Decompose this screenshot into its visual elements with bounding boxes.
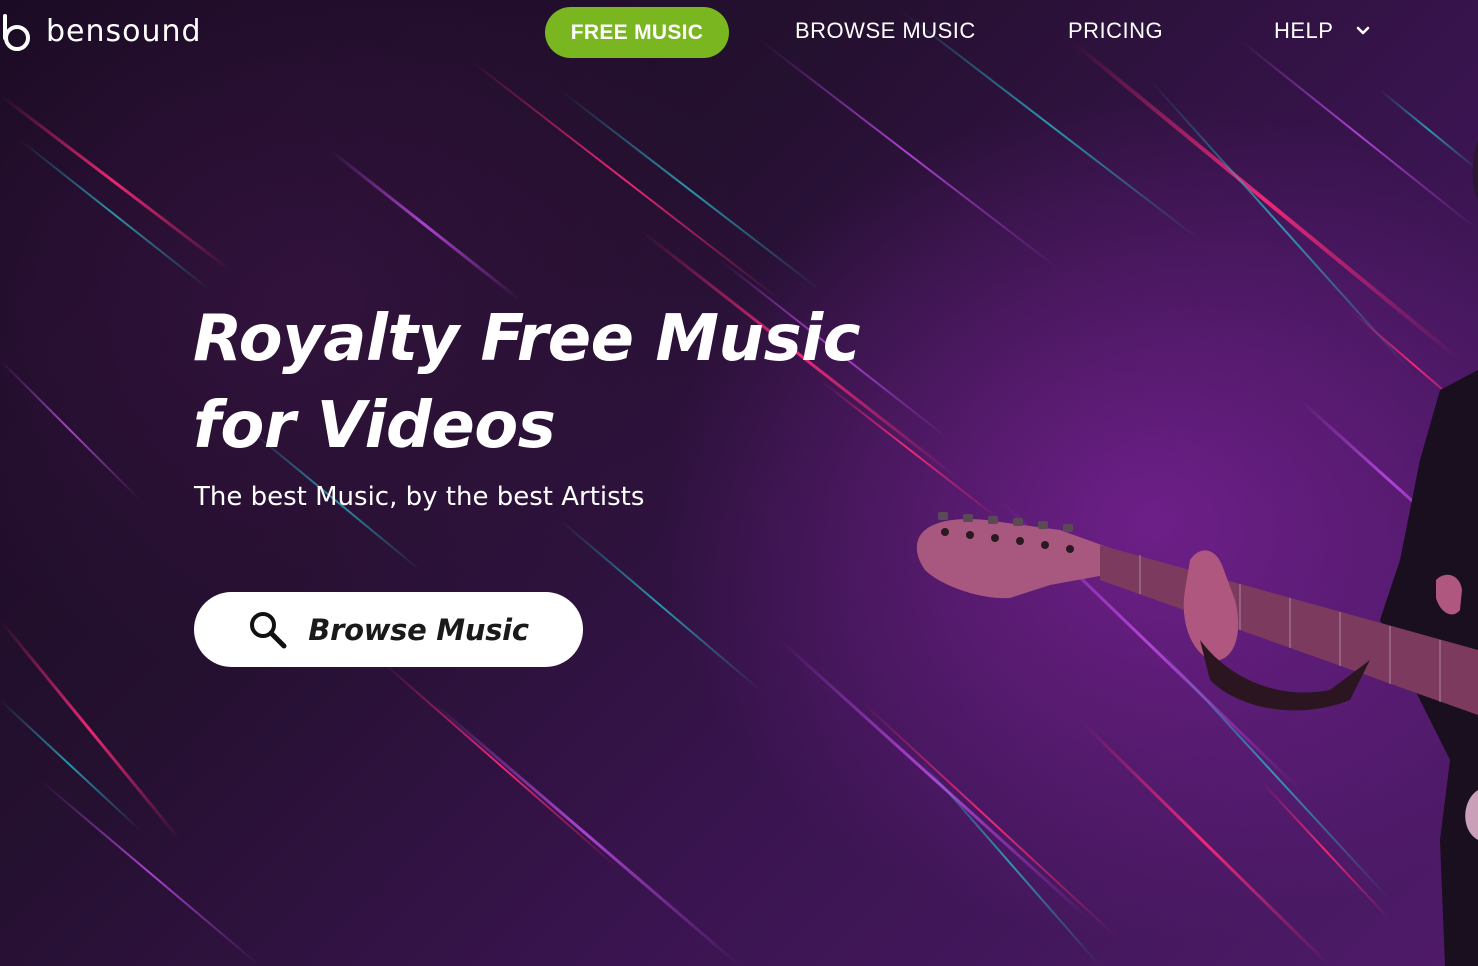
bensound-logo-icon bbox=[3, 14, 30, 51]
site-header: bensound FREE MUSIC BROWSE MUSIC PRICING… bbox=[0, 0, 1478, 70]
nav-free-music-button[interactable]: FREE MUSIC bbox=[545, 7, 729, 58]
brand-name: bensound bbox=[46, 14, 202, 49]
search-icon bbox=[250, 611, 287, 648]
hero-title-line-1: Royalty Free Music bbox=[193, 302, 861, 376]
bensound-logo[interactable]: bensound bbox=[0, 12, 202, 52]
hero-subtitle: The best Music, by the best Artists bbox=[194, 482, 645, 512]
nav-help-label: HELP bbox=[1274, 18, 1334, 43]
hero-title-line-2: for Videos bbox=[193, 389, 556, 463]
hero-title: Royalty Free Music for Videos bbox=[193, 296, 953, 470]
nav-browse-music-link[interactable]: BROWSE MUSIC bbox=[795, 16, 976, 46]
chevron-down-icon bbox=[1357, 26, 1370, 35]
hero-section: bensound FREE MUSIC BROWSE MUSIC PRICING… bbox=[0, 0, 1478, 966]
nav-pricing-link[interactable]: PRICING bbox=[1068, 16, 1163, 46]
browse-music-button[interactable]: Browse Music bbox=[194, 592, 583, 667]
browse-music-label: Browse Music bbox=[308, 612, 529, 647]
nav-help-dropdown[interactable]: HELP bbox=[1274, 16, 1371, 46]
